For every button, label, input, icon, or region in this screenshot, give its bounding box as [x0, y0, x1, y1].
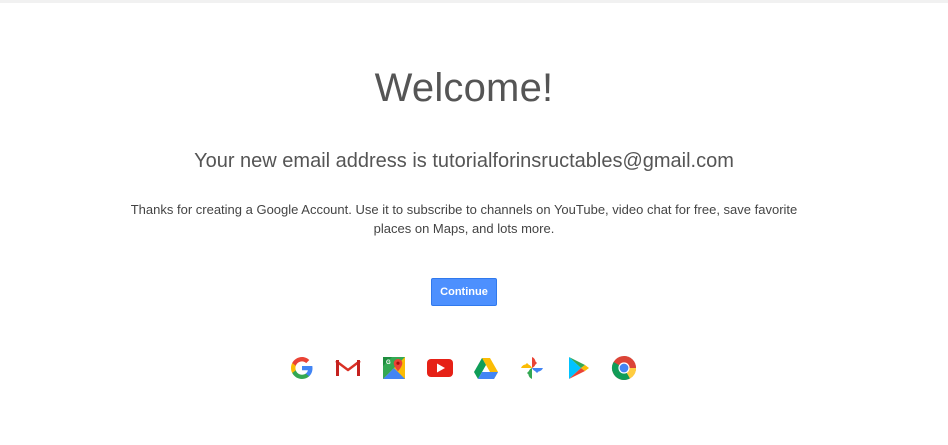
account-description: Thanks for creating a Google Account. Us…	[130, 202, 798, 236]
top-divider	[0, 0, 948, 3]
welcome-page: Welcome! Your new email address is tutor…	[0, 0, 948, 445]
new-email-message: Your new email address is tutorialforins…	[194, 150, 734, 172]
maps-icon[interactable]: G	[380, 354, 408, 382]
drive-icon[interactable]	[472, 354, 500, 382]
google-apps-row: G	[288, 354, 648, 382]
play-store-icon[interactable]	[564, 354, 592, 382]
chrome-icon[interactable]	[610, 354, 638, 382]
google-icon[interactable]	[288, 354, 316, 382]
gmail-icon[interactable]	[334, 354, 362, 382]
photos-icon[interactable]	[518, 354, 546, 382]
youtube-icon[interactable]	[426, 354, 454, 382]
svg-text:G: G	[386, 360, 391, 366]
continue-button[interactable]: Continue	[431, 278, 497, 306]
page-title: Welcome!	[374, 66, 554, 110]
